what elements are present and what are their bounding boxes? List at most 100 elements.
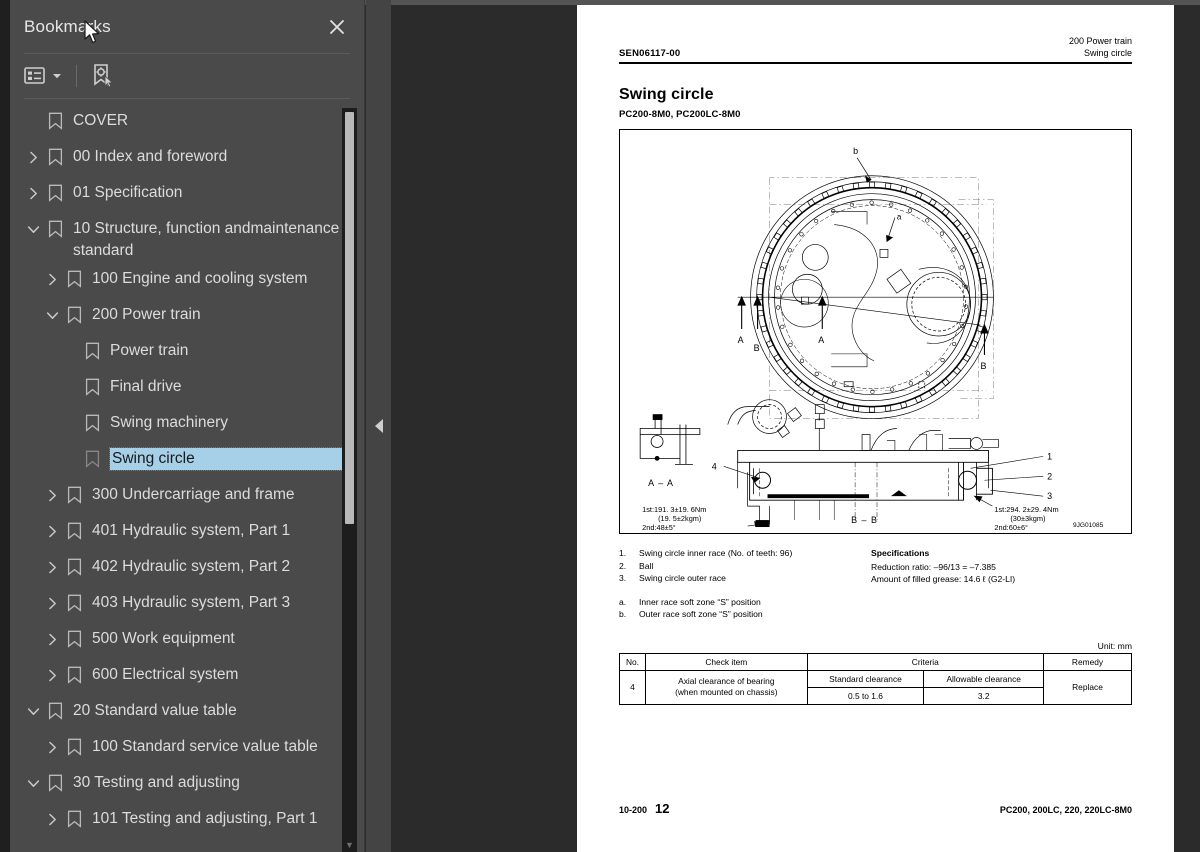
document-header-right: 200 Power train Swing circle [1069, 35, 1132, 59]
bookmark-item[interactable]: 00 Index and foreword [10, 143, 364, 179]
bookmark-item[interactable]: 200 Power train [10, 301, 364, 337]
collapse-left-arrow-icon [374, 419, 383, 433]
footer-section-number: 10-200 [619, 805, 648, 815]
legend-number: 3. [619, 573, 627, 583]
bookmark-item-label: Power train [110, 342, 189, 359]
document-models: PC200-8M0, PC200LC-8M0 [619, 109, 741, 120]
legend-text: Swing circle outer race [639, 573, 726, 583]
legend-letter-text: Outer race soft zone “S” position [639, 609, 763, 619]
figure-torque-left: 1st:191. 3±19. 6Nm (19. 5±2kgm) 2nd:48±5… [642, 505, 706, 532]
table-header-row: No. Check item Criteria Remedy [619, 652, 1132, 671]
chevron-right-icon[interactable] [41, 736, 63, 758]
bookmark-item[interactable]: 300 Undercarriage and frame [10, 481, 364, 517]
toolbar-separator [76, 65, 77, 87]
document-header-section: 200 Power train [1068, 36, 1132, 46]
figure-callout-3: 3 [1047, 491, 1052, 501]
bookmark-item[interactable]: 01 Specification [10, 179, 364, 215]
window-left-edge [0, 0, 10, 852]
legend-item: 2. Ball [619, 560, 871, 573]
table-header-check-item: Check item [645, 652, 808, 671]
chevron-right-icon[interactable] [41, 556, 63, 578]
bookmark-item[interactable]: 402 Hydraulic system, Part 2 [10, 553, 364, 589]
chevron-down-icon[interactable] [22, 700, 44, 722]
bookmark-item[interactable]: 30 Testing and adjusting [10, 769, 364, 805]
bookmark-item-label: 01 Specification [73, 184, 183, 201]
chevron-right-icon[interactable] [41, 664, 63, 686]
bookmark-item[interactable]: 600 Electrical system [10, 661, 364, 697]
bookmark-item-label: 100 Engine and cooling system [92, 270, 308, 287]
standard-value-table: No. Check item Criteria Remedy 4 Axial c… [619, 652, 1132, 705]
bookmark-item[interactable]: 401 Hydraulic system, Part 1 [10, 517, 364, 553]
bookmark-icon [63, 628, 85, 650]
bookmark-item[interactable]: 403 Hydraulic system, Part 3 [10, 589, 364, 625]
chevron-right-icon[interactable] [41, 808, 63, 830]
bookmark-item[interactable]: 10 Structure, function andmaintenance st… [10, 215, 364, 265]
figure-legend-block: 1. Swing circle inner race (No. of teeth:… [619, 547, 1132, 621]
document-sen-number: SEN06117-00 [619, 48, 681, 59]
chevron-down-icon[interactable] [41, 304, 63, 326]
bookmark-icon [63, 592, 85, 614]
bookmark-icon [63, 808, 85, 830]
figure-section-aa: A – A [648, 478, 674, 488]
figure-marker-b-right: B [980, 361, 986, 371]
table-cell-no: 4 [619, 669, 646, 705]
table-subheader-standard: Standard clearance [806, 669, 925, 688]
bookmark-item[interactable]: 500 Work equipment [10, 625, 364, 661]
bookmark-item[interactable]: 100 Engine and cooling system [10, 265, 364, 301]
bookmark-item[interactable]: Power train [10, 337, 364, 373]
bookmark-icon [63, 556, 85, 578]
bookmark-item[interactable]: 20 Standard value table [10, 697, 364, 733]
figure-callout-a-top: a [897, 213, 902, 222]
legend-letter-text: Inner race soft zone “S” position [639, 596, 761, 607]
legend-letter-item: b. Outer race soft zone “S” position [619, 608, 871, 621]
new-bookmark-icon[interactable] [91, 63, 115, 89]
chevron-down-icon[interactable] [22, 218, 44, 240]
bookmark-item-label: 10 Structure, function andmaintenance st… [73, 220, 340, 259]
chevron-right-icon[interactable] [41, 520, 63, 542]
legend-letter: a. [619, 596, 627, 607]
chevron-right-icon[interactable] [41, 484, 63, 506]
svg-text:2nd:60±6°: 2nd:60±6° [994, 523, 1028, 532]
table-cell-standard: 0.5 to 1.6 [806, 686, 925, 705]
bookmark-icon [44, 110, 66, 132]
bookmark-item[interactable]: COVER [10, 107, 364, 143]
check-item-line2: (when mounted on chassis) [675, 687, 778, 697]
document-title: Swing circle [619, 86, 714, 103]
bookmark-item[interactable]: Swing machinery [10, 409, 364, 445]
header-rule [619, 62, 1132, 64]
bookmarks-scrollbar-thumb[interactable] [345, 112, 354, 524]
bookmark-icon [44, 700, 66, 722]
chevron-down-icon [52, 72, 62, 80]
bookmark-item-label: Swing machinery [110, 414, 229, 431]
chevron-right-icon[interactable] [22, 146, 44, 168]
bookmark-item-label: 402 Hydraulic system, Part 2 [92, 558, 291, 575]
list-options-icon[interactable] [24, 66, 62, 86]
scroll-down-arrow-icon[interactable]: ▼ [344, 841, 355, 850]
legend-number: 2. [619, 560, 627, 571]
chevron-right-icon[interactable] [41, 268, 63, 290]
bookmark-item-label: 600 Electrical system [92, 666, 239, 683]
bookmark-icon [63, 268, 85, 290]
bookmark-item-label: 401 Hydraulic system, Part 1 [92, 522, 291, 539]
bookmark-item[interactable]: 101 Testing and adjusting, Part 1 [10, 805, 364, 841]
svg-text:(30±3kgm): (30±3kgm) [1010, 514, 1045, 523]
bookmark-item[interactable]: 100 Standard service value table [10, 733, 364, 769]
document-header-subject: Swing circle [1083, 48, 1132, 58]
pdf-viewer-area[interactable]: SEN06117-00 200 Power train Swing circle… [365, 0, 1200, 852]
chevron-down-icon[interactable] [22, 772, 44, 794]
table-subheader-allowable: Allowable clearance [923, 669, 1044, 688]
chevron-right-icon[interactable] [22, 182, 44, 204]
table-header-criteria: Criteria [806, 652, 1045, 671]
bookmark-item[interactable]: Swing circle [10, 445, 364, 481]
close-icon[interactable] [324, 14, 350, 40]
table-row: 4 Axial clearance of bearing (when mount… [619, 669, 1132, 705]
panel-collapse-handle[interactable] [366, 0, 391, 852]
chevron-right-icon[interactable] [41, 592, 63, 614]
bookmark-item-label: 20 Standard value table [73, 702, 237, 719]
bookmark-item[interactable]: Final drive [10, 373, 364, 409]
legend-letter-item: a. Inner race soft zone “S” position [619, 596, 871, 609]
table-cell-allowable: 3.2 [923, 686, 1044, 705]
pdf-reader-window: Bookmarks COVER 00 Index and foreword 01… [0, 0, 1200, 852]
legend-spacer [619, 585, 871, 596]
chevron-right-icon[interactable] [41, 628, 63, 650]
